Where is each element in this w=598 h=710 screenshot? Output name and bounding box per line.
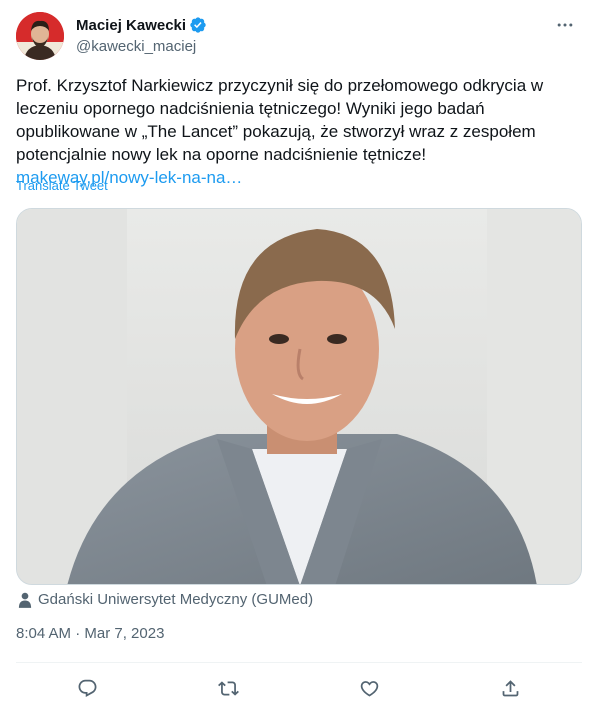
retweet-icon [217,680,239,696]
author-display-name[interactable]: Maciej Kawecki [76,17,186,34]
like-icon [360,680,378,697]
tweet-header: Maciej Kawecki @kawecki_maciej [16,12,582,60]
photo-credit: Gdański Uniwersytet Medyczny (GUMed) [18,591,313,608]
tweet-body: Prof. Krzysztof Narkiewicz przyczynił si… [16,76,544,164]
tweet: Maciej Kawecki @kawecki_maciej Prof. Krz… [0,0,598,710]
share-button[interactable] [493,671,527,705]
author-handle[interactable]: @kawecki_maciej [76,38,207,55]
photo-credit-text: Gdański Uniwersytet Medyczny (GUMed) [38,591,314,608]
tweet-text: Prof. Krzysztof Narkiewicz przyczynił si… [16,74,580,189]
retweet-button[interactable] [211,671,245,705]
avatar[interactable] [16,12,64,60]
reply-button[interactable] [70,671,104,705]
tweet-photo[interactable] [16,208,582,585]
tweet-timestamp[interactable]: 8:04 AM · Mar 7, 2023 [16,625,164,642]
more-icon[interactable] [548,12,582,38]
author-block: Maciej Kawecki @kawecki_maciej [76,15,207,55]
reply-icon [78,679,96,697]
name-row: Maciej Kawecki [76,15,207,35]
verified-badge-icon [189,16,207,34]
person-icon [18,592,32,608]
like-button[interactable] [352,671,386,705]
share-icon [502,679,518,696]
translate-tweet-link[interactable]: Translate Tweet [16,178,108,193]
tweet-actions [16,663,582,709]
